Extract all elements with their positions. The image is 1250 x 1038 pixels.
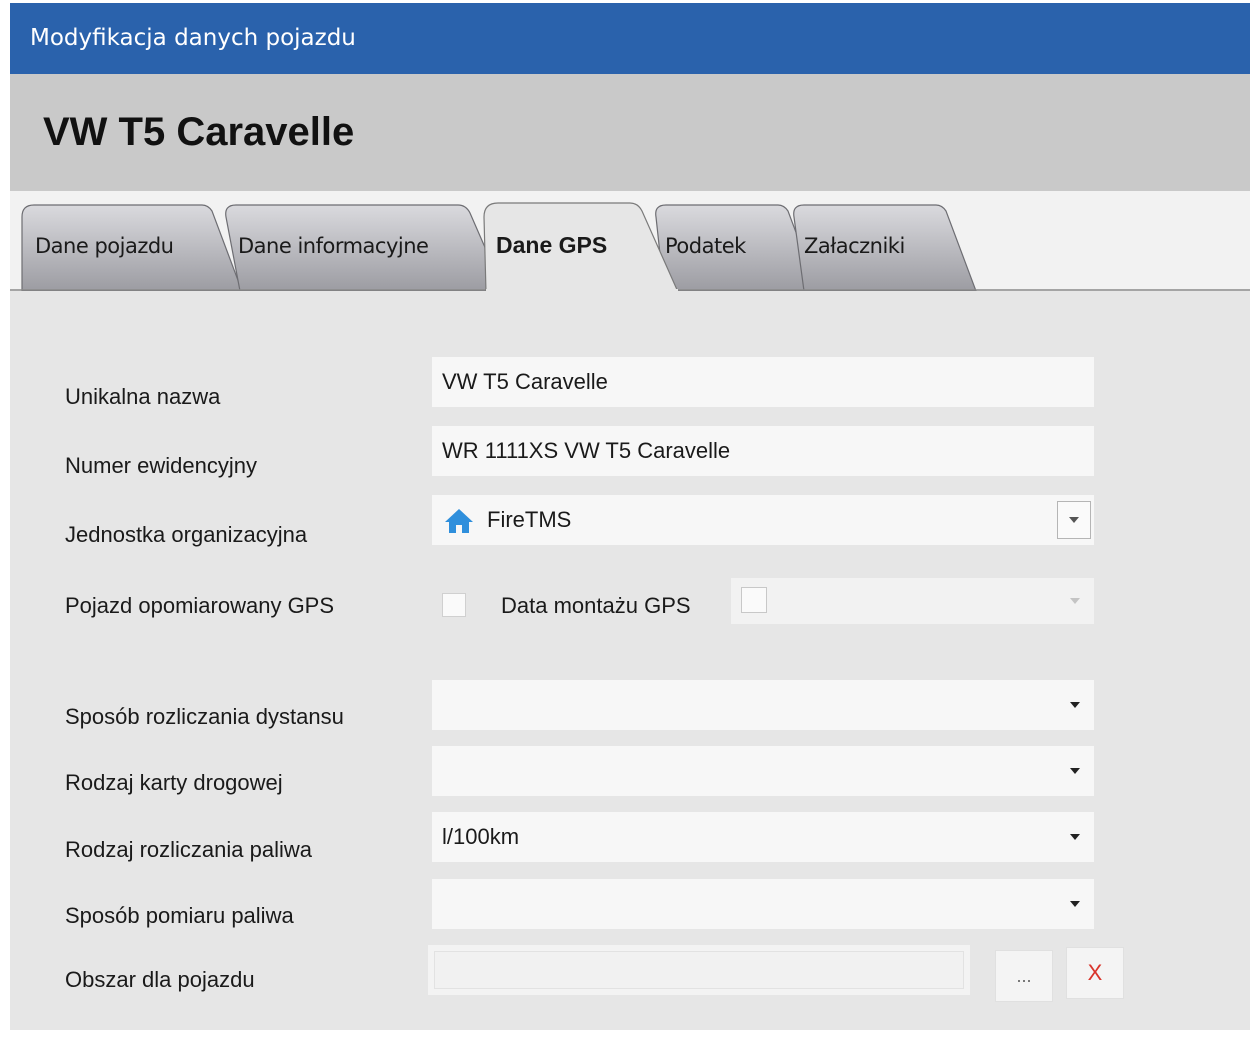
fuel-measurement-label: Sposób pomiaru paliwa <box>65 903 294 928</box>
gps-install-date-dropdown-button[interactable] <box>1056 578 1094 624</box>
clear-icon: X <box>1087 960 1103 985</box>
distance-settlement-dropdown-button[interactable] <box>1056 680 1094 730</box>
chevron-down-icon <box>1070 768 1080 774</box>
vehicle-area-field <box>428 945 970 995</box>
gps-install-date-checkbox[interactable] <box>741 587 767 613</box>
chevron-down-icon <box>1070 598 1080 604</box>
tab-label-dane-pojazdu: Dane pojazdu <box>35 234 174 258</box>
vehicle-edit-window: Modyfikacja danych pojazdu VW T5 Caravel… <box>10 3 1250 1030</box>
tab-label-zalaczniki: Załaczniki <box>804 234 905 258</box>
unique-name-label: Unikalna nazwa <box>65 384 221 409</box>
vehicle-area-clear-button[interactable]: X <box>1066 947 1124 999</box>
org-unit-dropdown-button[interactable] <box>1057 501 1091 539</box>
fuel-settlement-type-value: l/100km <box>442 824 520 849</box>
vehicle-title: VW T5 Caravelle <box>43 110 355 154</box>
distance-settlement-label: Sposób rozliczania dystansu <box>65 704 344 729</box>
org-unit-label: Jednostka organizacyjna <box>65 522 308 547</box>
registration-number-label: Numer ewidencyjny <box>65 453 257 478</box>
route-card-type-label: Rodzaj karty drogowej <box>65 770 283 795</box>
tab-label-dane-gps: Dane GPS <box>496 232 608 258</box>
registration-number-input[interactable]: WR 1111XS VW T5 Caravelle <box>432 426 1094 476</box>
chevron-down-icon <box>1070 901 1080 907</box>
vehicle-area-label: Obszar dla pojazdu <box>65 967 255 992</box>
fuel-settlement-type-select[interactable]: l/100km <box>432 812 1094 862</box>
window-titlebar[interactable]: Modyfikacja danych pojazdu <box>10 3 1250 74</box>
vehicle-area-browse-button[interactable]: ... <box>995 950 1053 1002</box>
tab-label-dane-informacyjne: Dane informacyjne <box>238 234 429 258</box>
home-icon <box>444 508 474 539</box>
gps-metered-checkbox[interactable] <box>442 593 466 617</box>
gps-tab-content: Unikalna nazwa VW T5 Caravelle Numer ewi… <box>10 291 1250 1030</box>
gps-install-date-label: Data montażu GPS <box>501 593 691 618</box>
distance-settlement-select[interactable] <box>432 680 1094 730</box>
vehicle-header: VW T5 Caravelle <box>10 74 1250 191</box>
registration-number-value: WR 1111XS VW T5 Caravelle <box>442 438 731 463</box>
gps-install-date-picker[interactable] <box>731 578 1094 624</box>
unique-name-input[interactable]: VW T5 Caravelle <box>432 357 1094 407</box>
fuel-settlement-type-dropdown-button[interactable] <box>1056 812 1094 862</box>
fuel-settlement-type-label: Rodzaj rozliczania paliwa <box>65 837 313 862</box>
org-unit-value: FireTMS <box>487 507 572 532</box>
gps-metered-label: Pojazd opomiarowany GPS <box>65 593 335 618</box>
unique-name-value: VW T5 Caravelle <box>442 369 608 394</box>
tab-strip: Dane pojazdu Dane informacyjne Dane GPS … <box>10 191 1250 291</box>
route-card-type-select[interactable] <box>432 746 1094 796</box>
route-card-type-dropdown-button[interactable] <box>1056 746 1094 796</box>
chevron-down-icon <box>1070 702 1080 708</box>
chevron-down-icon <box>1070 834 1080 840</box>
browse-label: ... <box>1016 965 1032 986</box>
fuel-measurement-select[interactable] <box>432 879 1094 929</box>
chevron-down-icon <box>1069 517 1079 523</box>
window-title: Modyfikacja danych pojazdu <box>30 25 356 51</box>
org-unit-select[interactable]: FireTMS <box>432 495 1094 545</box>
fuel-measurement-dropdown-button[interactable] <box>1056 879 1094 929</box>
tab-label-podatek: Podatek <box>665 234 746 258</box>
vehicle-area-input[interactable] <box>434 951 964 989</box>
